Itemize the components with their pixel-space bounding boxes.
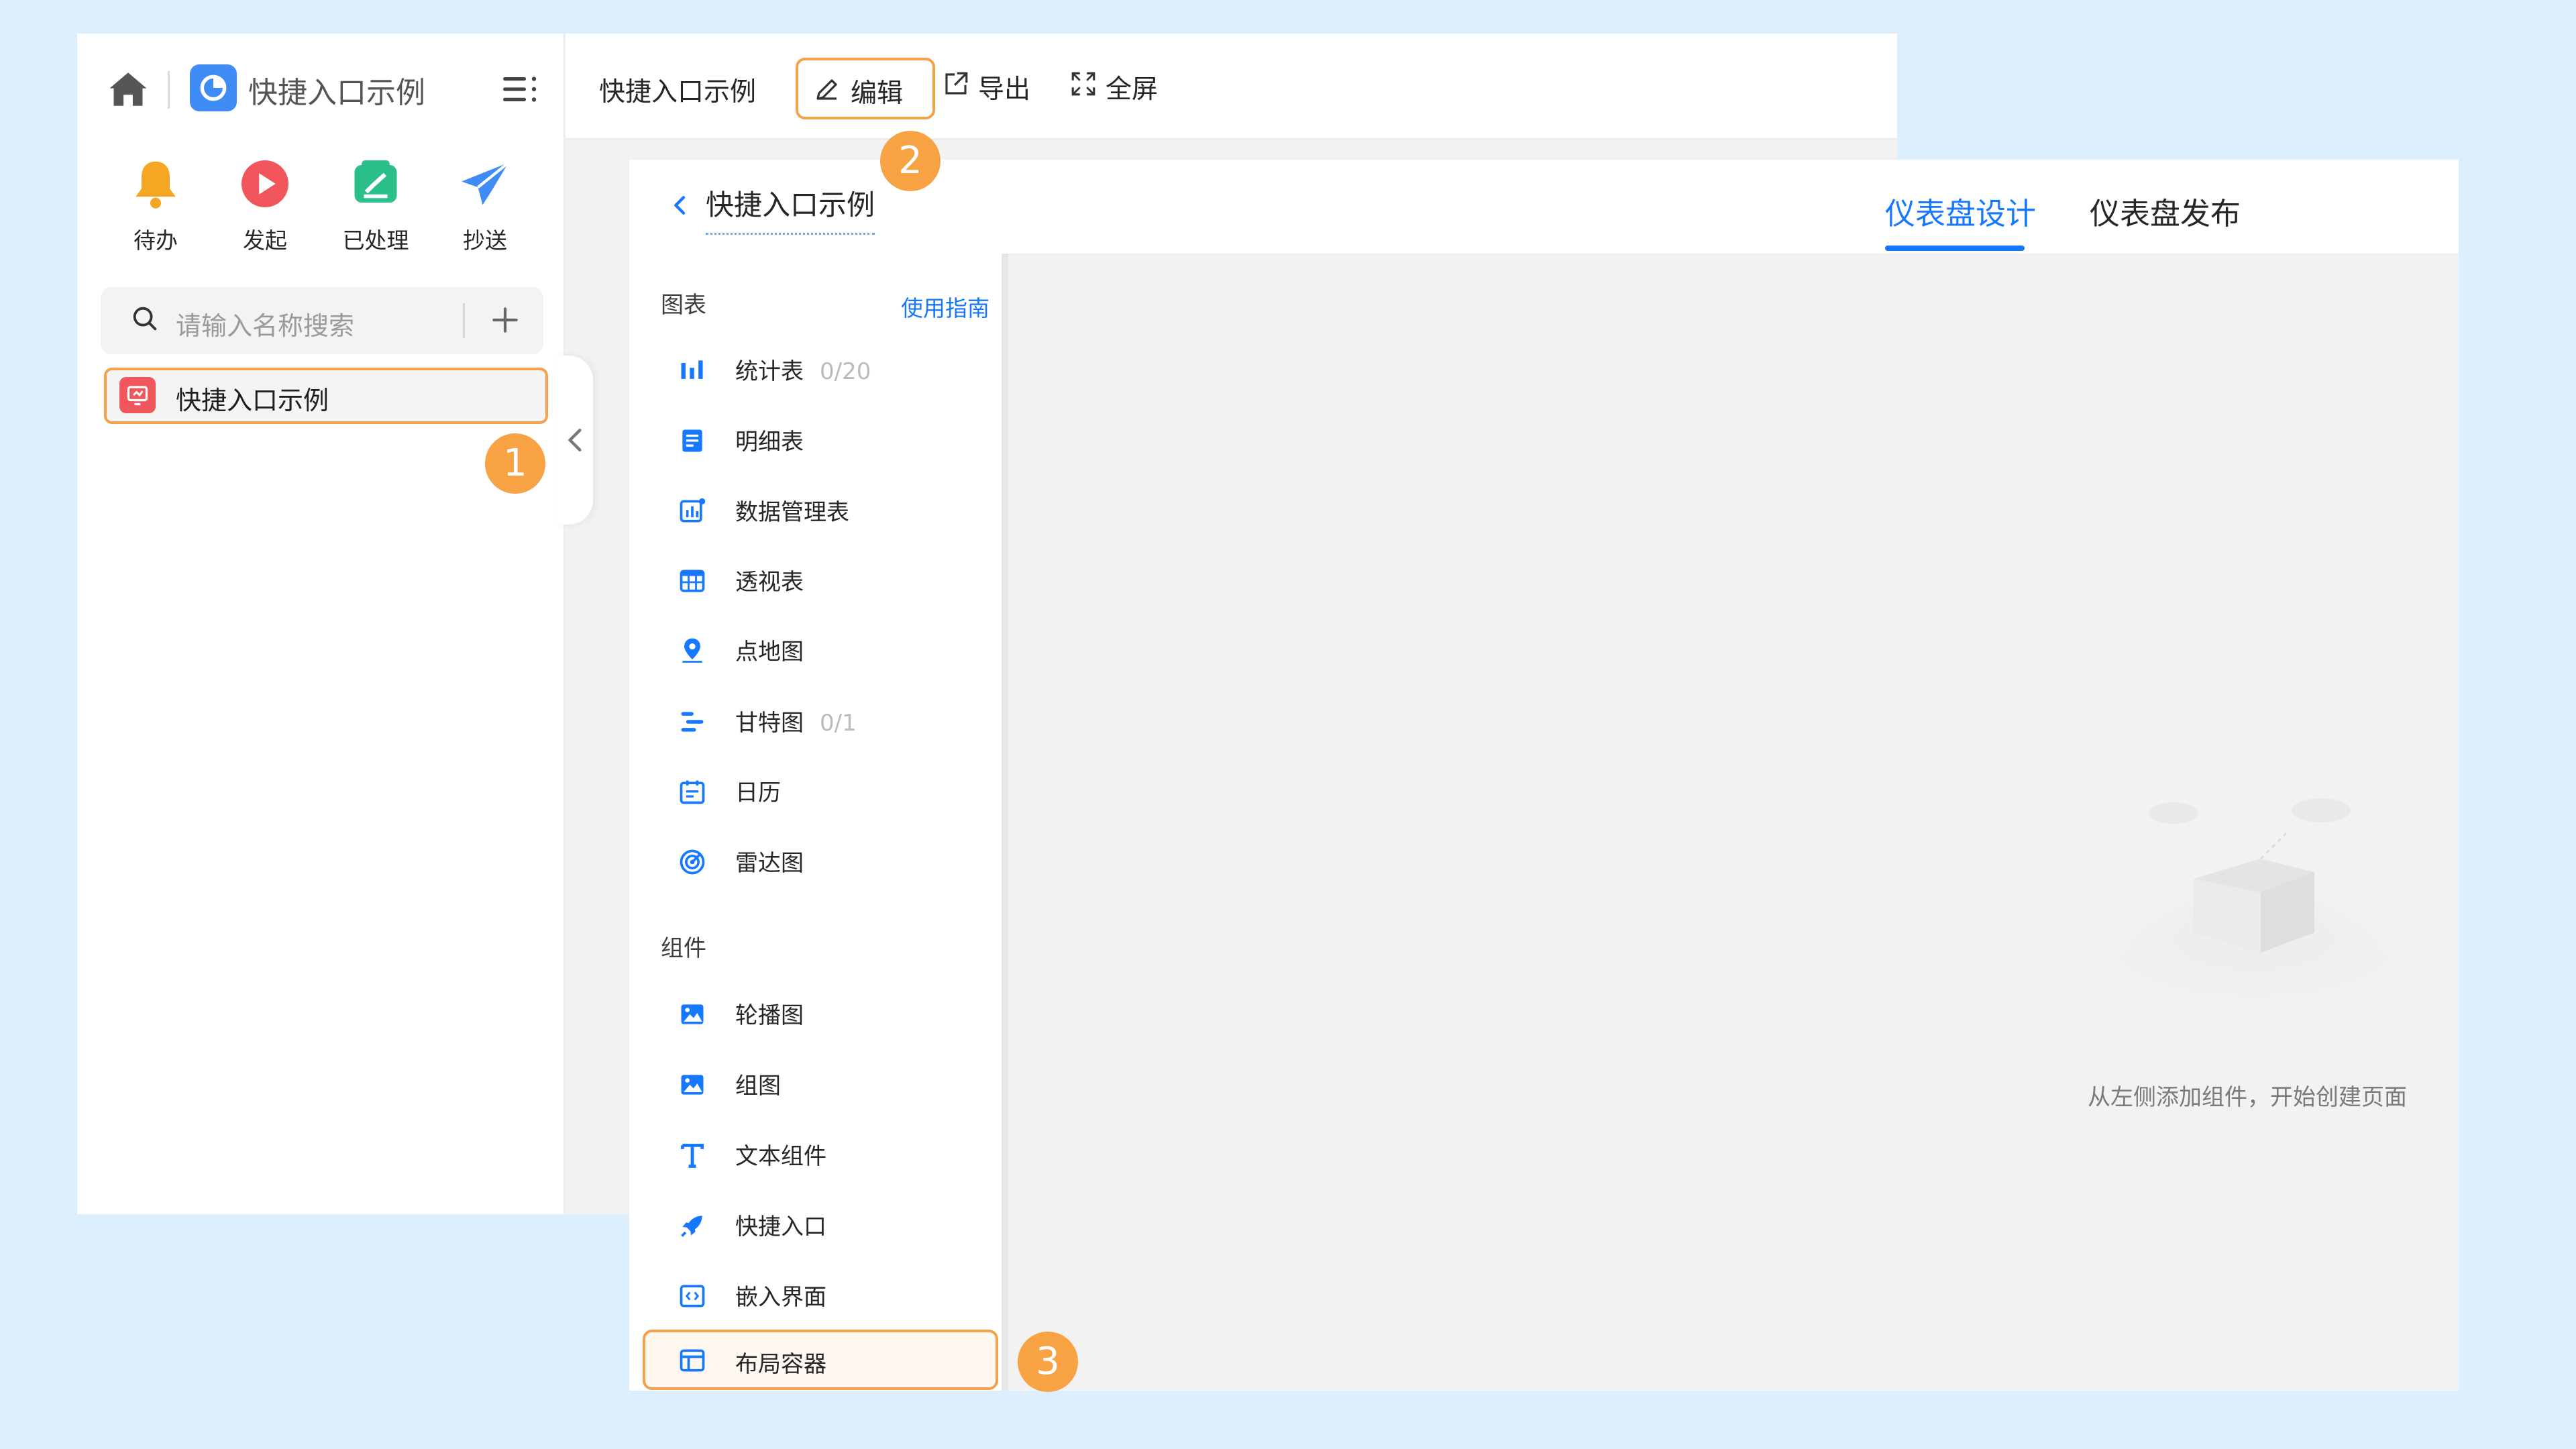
quick-action-start[interactable]: 发起	[211, 156, 319, 263]
calendar-icon	[680, 780, 705, 804]
quick-action-todo[interactable]: 待办	[102, 156, 209, 263]
fullscreen-icon	[1071, 72, 1095, 96]
component-item-detail-table[interactable]: 明细表	[678, 419, 979, 460]
component-item-gantt[interactable]: 甘特图 0/1	[678, 700, 979, 741]
component-item-point-map[interactable]: 点地图	[678, 629, 979, 669]
export-icon	[945, 72, 968, 95]
component-item-radar[interactable]: 雷达图	[678, 841, 979, 881]
home-icon[interactable]	[106, 67, 150, 111]
bell-icon	[136, 161, 176, 209]
component-item-label: 文本组件	[735, 1143, 826, 1170]
list-item-label: 快捷入口示例	[176, 386, 329, 415]
quick-action-label: 已处理	[342, 227, 409, 254]
quick-action-label: 发起	[243, 227, 287, 254]
component-item-shortcut[interactable]: 快捷入口	[678, 1204, 979, 1244]
quick-action-label: 抄送	[463, 227, 507, 254]
pivot-table-icon	[680, 570, 705, 592]
component-item-image-group[interactable]: 组图	[678, 1063, 979, 1104]
toolbar-title: 快捷入口示例	[599, 77, 757, 107]
fullscreen-button-label: 全屏	[1106, 74, 1159, 105]
search-icon	[133, 307, 157, 331]
search-placeholder: 请输入名称搜索	[176, 311, 355, 341]
empty-state-hint: 从左侧添加组件，开始创建页面	[2088, 1084, 2407, 1111]
gantt-icon	[681, 712, 704, 732]
designer-title[interactable]: 快捷入口示例	[706, 182, 875, 235]
collapse-panel-button[interactable]	[555, 356, 593, 525]
component-item-label: 轮播图	[735, 1002, 804, 1029]
header-divider	[168, 71, 170, 109]
component-item-carousel[interactable]: 轮播图	[678, 993, 979, 1033]
fullscreen-button[interactable]: 全屏	[1069, 64, 1203, 111]
active-tab-indicator	[1885, 246, 2025, 251]
component-item-layout-container[interactable]: 布局容器	[643, 1330, 998, 1390]
component-item-stat-table[interactable]: 统计表 0/20	[678, 349, 979, 389]
menu-icon[interactable]	[502, 72, 539, 106]
dashboard-item-icon	[119, 377, 156, 413]
data-table-icon	[680, 498, 706, 523]
component-item-count: 0/20	[820, 358, 871, 385]
component-item-label: 日历	[735, 780, 781, 806]
component-item-label: 数据管理表	[735, 499, 849, 526]
add-icon[interactable]	[488, 303, 522, 337]
component-item-label: 布局容器	[735, 1351, 826, 1378]
component-item-pivot-table[interactable]: 透视表	[678, 559, 979, 600]
component-item-label: 甘特图	[735, 710, 804, 737]
rocket-icon	[681, 1216, 702, 1237]
step-badge-3: 3	[1018, 1332, 1078, 1392]
step-badge-1: 1	[485, 433, 545, 494]
carousel-image-icon	[681, 1004, 704, 1024]
component-item-label: 嵌入界面	[735, 1284, 826, 1311]
app-title: 快捷入口示例	[248, 76, 425, 110]
component-item-label: 雷达图	[735, 850, 804, 877]
component-item-embed[interactable]: 嵌入界面	[678, 1275, 979, 1315]
play-icon	[241, 160, 288, 207]
empty-box-illustration	[2100, 798, 2408, 1006]
component-item-label: 快捷入口	[735, 1214, 826, 1240]
quick-action-processed[interactable]: 已处理	[322, 156, 429, 263]
component-item-label: 透视表	[735, 569, 804, 596]
tab-dashboard-design[interactable]: 仪表盘设计	[1885, 189, 2036, 233]
component-item-label: 点地图	[735, 639, 804, 665]
export-button-label: 导出	[978, 74, 1031, 105]
detail-table-icon	[682, 429, 702, 452]
edit-button[interactable]: 编辑	[796, 58, 935, 119]
quick-action-label: 待办	[133, 227, 178, 254]
component-item-data-table[interactable]: 数据管理表	[678, 490, 979, 530]
tab-dashboard-publish[interactable]: 仪表盘发布	[2090, 189, 2241, 233]
export-button[interactable]: 导出	[942, 64, 1069, 111]
pencil-icon	[816, 79, 837, 100]
bar-chart-icon	[681, 360, 703, 379]
component-item-calendar[interactable]: 日历	[678, 770, 979, 810]
component-item-count: 0/1	[820, 710, 857, 737]
quick-action-cc[interactable]: 抄送	[431, 156, 539, 263]
components-section-title: 组件	[661, 935, 706, 962]
radar-icon	[680, 849, 705, 875]
component-item-label: 明细表	[735, 429, 804, 455]
step-badge-2: 2	[880, 131, 941, 191]
image-group-icon	[681, 1075, 704, 1095]
component-item-label: 统计表	[735, 358, 804, 385]
component-item-label: 组图	[735, 1073, 781, 1099]
search-divider	[463, 303, 465, 338]
component-item-text[interactable]: 文本组件	[678, 1134, 979, 1174]
app-logo-icon	[190, 64, 237, 111]
text-icon	[680, 1143, 704, 1168]
chevron-left-icon	[568, 429, 582, 451]
embed-icon	[680, 1285, 705, 1307]
edit-button-label: 编辑	[851, 78, 904, 109]
top-toolbar	[566, 34, 1897, 140]
back-arrow-icon[interactable]	[667, 192, 694, 219]
send-icon	[462, 161, 510, 205]
panel-scrollbar[interactable]	[1002, 254, 1008, 1391]
usage-guide-link[interactable]: 使用指南	[901, 290, 989, 323]
done-icon	[354, 160, 397, 203]
map-pin-icon	[682, 638, 702, 663]
charts-section-title: 图表	[661, 292, 706, 319]
layout-container-icon	[680, 1349, 705, 1372]
